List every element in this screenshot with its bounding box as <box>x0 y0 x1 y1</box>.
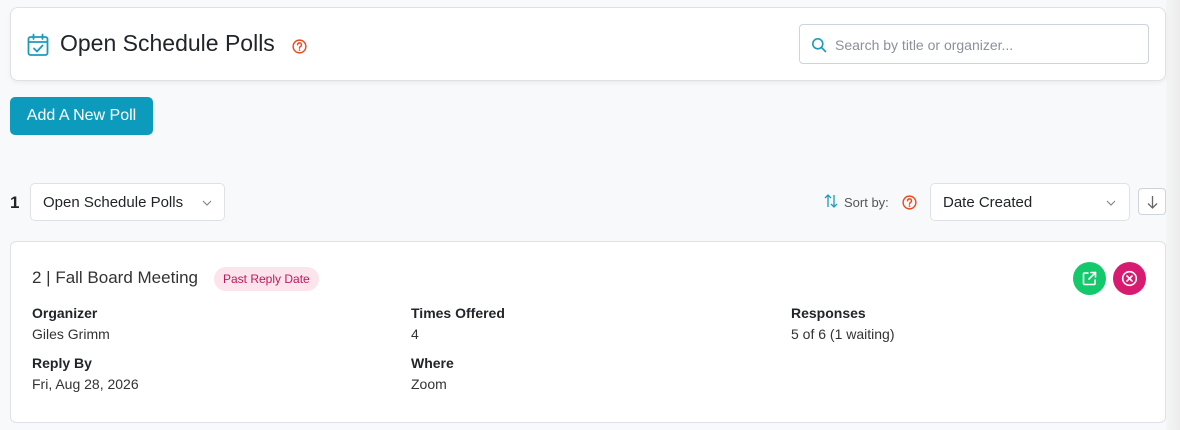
organizer-value: Giles Grimm <box>32 326 110 342</box>
poll-count: 1 <box>10 193 20 212</box>
organizer-label: Organizer <box>32 305 98 321</box>
calendar-check-icon <box>27 33 49 56</box>
external-link-icon <box>1082 271 1097 286</box>
times-offered-label: Times Offered <box>411 305 505 321</box>
where-label: Where <box>411 355 454 371</box>
sort-direction-button[interactable] <box>1138 188 1166 215</box>
poll-card: 2 | Fall Board Meeting Past Reply Date O… <box>10 241 1166 423</box>
search-box[interactable] <box>799 24 1149 64</box>
status-badge: Past Reply Date <box>214 267 319 291</box>
search-input[interactable] <box>835 33 1135 57</box>
search-icon <box>812 38 827 53</box>
poll-title[interactable]: 2 | Fall Board Meeting <box>32 268 198 288</box>
close-poll-button[interactable] <box>1113 262 1146 295</box>
header-card: Open Schedule Polls <box>10 7 1166 81</box>
close-circle-icon <box>1121 270 1138 287</box>
sort-select-value: Date Created <box>943 194 1033 211</box>
scrollbar-gutter[interactable] <box>1166 0 1180 430</box>
question-circle-icon[interactable] <box>292 39 307 54</box>
poll-filter-select[interactable]: Open Schedule Polls <box>30 183 225 221</box>
responses-label: Responses <box>791 305 866 321</box>
chevron-down-icon <box>1106 200 1116 206</box>
page-title: Open Schedule Polls <box>60 30 275 56</box>
where-value: Zoom <box>411 376 447 392</box>
reply-by-label: Reply By <box>32 355 92 371</box>
sort-arrows-icon <box>824 194 838 208</box>
question-circle-icon[interactable] <box>902 195 917 210</box>
times-offered-value: 4 <box>411 326 419 342</box>
add-new-poll-button[interactable]: Add A New Poll <box>10 97 153 135</box>
sort-select[interactable]: Date Created <box>930 183 1130 221</box>
responses-value: 5 of 6 (1 waiting) <box>791 326 895 342</box>
arrow-down-icon <box>1147 196 1158 209</box>
chevron-down-icon <box>202 200 212 206</box>
sort-by-label: Sort by: <box>844 195 889 210</box>
open-poll-button[interactable] <box>1073 262 1106 295</box>
reply-by-value: Fri, Aug 28, 2026 <box>32 376 139 392</box>
filter-select-value: Open Schedule Polls <box>43 194 184 211</box>
